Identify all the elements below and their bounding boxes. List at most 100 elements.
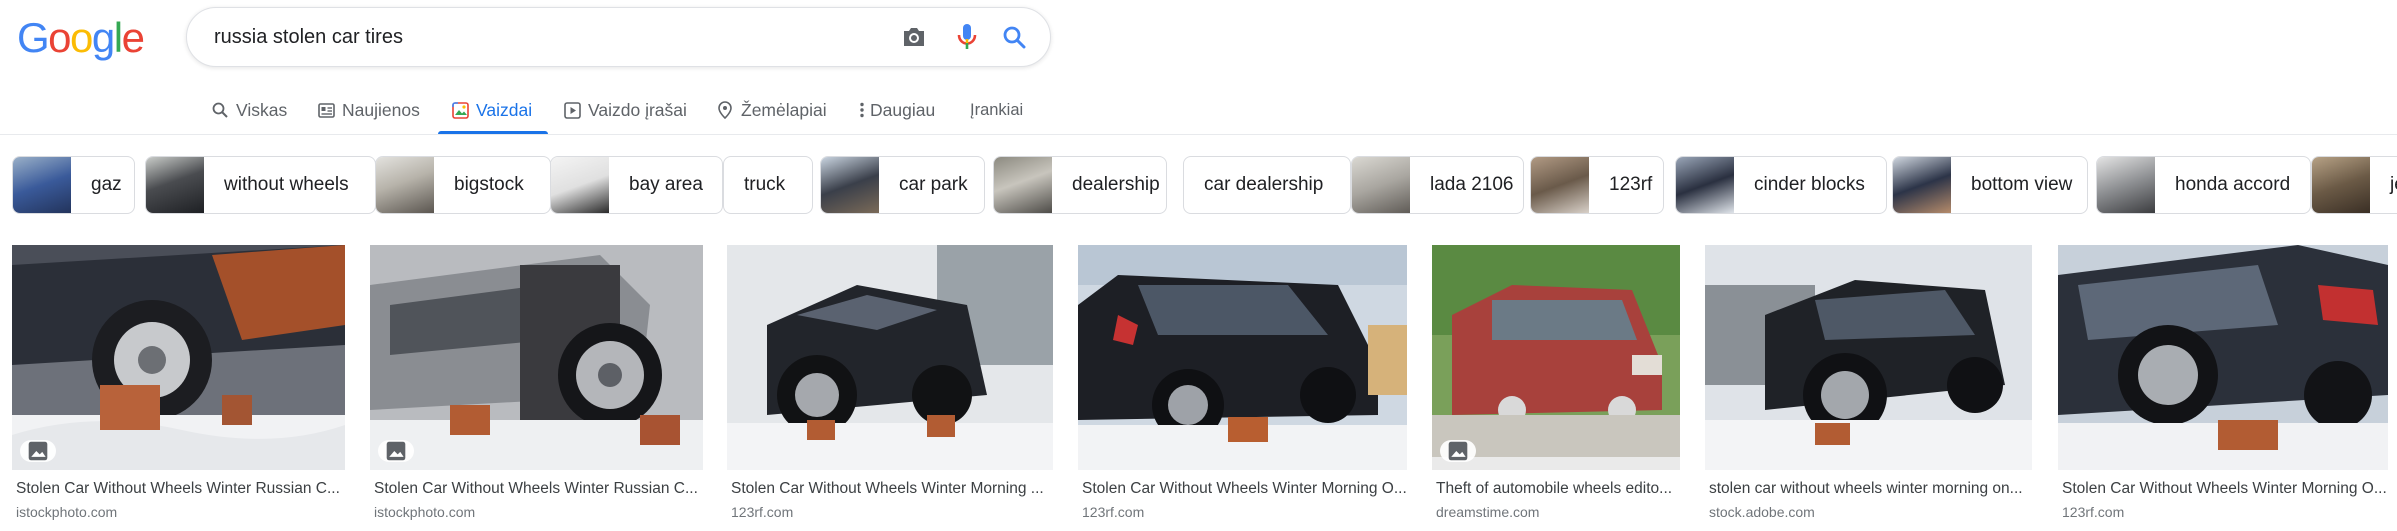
image-result[interactable]: stolen car without wheels winter morning… bbox=[1705, 245, 2032, 520]
map-pin-icon bbox=[716, 101, 734, 119]
result-thumbnail[interactable] bbox=[12, 245, 345, 470]
logo-letter: G bbox=[17, 14, 50, 61]
image-result[interactable]: Stolen Car Without Wheels Winter Russian… bbox=[12, 245, 345, 520]
chip-label: without wheels bbox=[224, 174, 349, 195]
result-source[interactable]: istockphoto.com bbox=[12, 504, 345, 520]
image-collection-badge-icon bbox=[20, 440, 56, 462]
chip-thumbnail bbox=[1676, 157, 1734, 213]
tab-news[interactable]: Naujienos bbox=[317, 86, 420, 134]
tab-tools[interactable]: Įrankiai bbox=[970, 86, 1023, 134]
chip-label: bigstock bbox=[454, 174, 524, 195]
chip-label: bottom view bbox=[1971, 174, 2073, 195]
tab-label: Vaizdai bbox=[476, 99, 533, 120]
image-icon bbox=[451, 101, 469, 119]
chip-truck[interactable]: truck bbox=[723, 156, 813, 214]
tab-label: Viskas bbox=[236, 99, 288, 120]
result-title[interactable]: Theft of automobile wheels edito... bbox=[1432, 480, 1680, 498]
chip-thumbnail bbox=[994, 157, 1052, 213]
chip-thumbnail bbox=[551, 157, 609, 213]
search-icon bbox=[211, 101, 229, 119]
chip-label: cinder blocks bbox=[1754, 174, 1865, 195]
tab-more[interactable]: Daugiau bbox=[859, 86, 935, 134]
chip-123rf[interactable]: 123rf bbox=[1530, 156, 1664, 214]
google-logo[interactable]: G o o g l e bbox=[17, 14, 145, 61]
result-thumbnail[interactable] bbox=[1432, 245, 1680, 470]
result-thumbnail[interactable] bbox=[727, 245, 1053, 470]
chip-lada-2106[interactable]: lada 2106 bbox=[1351, 156, 1524, 214]
result-title[interactable]: stolen car without wheels winter morning… bbox=[1705, 480, 2032, 498]
tab-label: Daugiau bbox=[870, 99, 936, 120]
chip-label: car dealership bbox=[1204, 174, 1324, 195]
image-result[interactable]: Stolen Car Without Wheels Winter Morning… bbox=[1078, 245, 1407, 520]
result-title[interactable]: Stolen Car Without Wheels Winter Russian… bbox=[370, 480, 703, 498]
tab-label: Vaizdo įrašai bbox=[588, 99, 687, 120]
chip-label: 123rf bbox=[1609, 174, 1653, 195]
chip-thumbnail bbox=[2312, 157, 2370, 213]
result-thumbnail[interactable] bbox=[2058, 245, 2388, 470]
search-icon[interactable] bbox=[998, 21, 1030, 53]
result-title[interactable]: Stolen Car Without Wheels Winter Morning… bbox=[1078, 480, 1407, 498]
chip-cinder-blocks[interactable]: cinder blocks bbox=[1675, 156, 1887, 214]
chip-bay-area[interactable]: bay area bbox=[550, 156, 723, 214]
chip-label: truck bbox=[744, 174, 786, 195]
result-thumbnail[interactable] bbox=[370, 245, 703, 470]
chip-label: bay area bbox=[629, 174, 703, 195]
image-result[interactable]: Stolen Car Without Wheels Winter Morning… bbox=[727, 245, 1053, 520]
chip-thumbnail bbox=[1352, 157, 1410, 213]
chip-thumbnail bbox=[821, 157, 879, 213]
logo-letter: g bbox=[91, 14, 115, 61]
image-result[interactable]: Theft of automobile wheels edito... drea… bbox=[1432, 245, 1680, 520]
search-input[interactable]: russia stolen car tires bbox=[214, 8, 403, 66]
related-searches-chips: gaz without wheels bigstock bay area tru… bbox=[12, 156, 2397, 214]
result-source[interactable]: 123rf.com bbox=[1078, 504, 1407, 520]
chip-label: dealership bbox=[1072, 174, 1160, 195]
tab-maps[interactable]: Žemėlapiai bbox=[716, 86, 827, 134]
chip-dealership[interactable]: dealership bbox=[993, 156, 1167, 214]
chip-bigstock[interactable]: bigstock bbox=[375, 156, 551, 214]
chip-je[interactable]: je bbox=[2311, 156, 2397, 214]
result-title[interactable]: Stolen Car Without Wheels Winter Russian… bbox=[12, 480, 345, 498]
tab-images[interactable]: Vaizdai bbox=[451, 86, 532, 134]
result-source[interactable]: stock.adobe.com bbox=[1705, 504, 2032, 520]
result-thumbnail[interactable] bbox=[1078, 245, 1407, 470]
chip-label: car park bbox=[899, 174, 968, 195]
chip-thumbnail bbox=[1531, 157, 1589, 213]
result-source[interactable]: 123rf.com bbox=[727, 504, 1053, 520]
chip-bottom-view[interactable]: bottom view bbox=[1892, 156, 2088, 214]
result-title[interactable]: Stolen Car Without Wheels Winter Morning… bbox=[727, 480, 1053, 498]
chip-label: gaz bbox=[91, 174, 122, 195]
chip-gaz[interactable]: gaz bbox=[12, 156, 135, 214]
logo-letter: o bbox=[70, 14, 93, 61]
chip-without-wheels[interactable]: without wheels bbox=[145, 156, 376, 214]
logo-letter: e bbox=[121, 14, 145, 61]
chip-label: lada 2106 bbox=[1430, 174, 1514, 195]
tab-label: Įrankiai bbox=[970, 100, 1024, 119]
logo-letter: l bbox=[113, 14, 123, 61]
chip-thumbnail bbox=[13, 157, 71, 213]
image-collection-badge-icon bbox=[378, 440, 414, 462]
result-source[interactable]: istockphoto.com bbox=[370, 504, 703, 520]
microphone-icon[interactable] bbox=[951, 21, 983, 53]
chip-car-dealership[interactable]: car dealership bbox=[1183, 156, 1351, 214]
camera-icon[interactable] bbox=[898, 21, 930, 53]
chip-thumbnail bbox=[1893, 157, 1951, 213]
result-title[interactable]: Stolen Car Without Wheels Winter Morning… bbox=[2058, 480, 2388, 498]
more-vert-icon bbox=[859, 101, 865, 119]
chip-car-park[interactable]: car park bbox=[820, 156, 985, 214]
chip-honda-accord[interactable]: honda accord bbox=[2096, 156, 2311, 214]
chip-label: je bbox=[2390, 174, 2397, 195]
image-collection-badge-icon bbox=[1440, 440, 1476, 462]
search-tabs: Viskas Naujienos Vaizdai Vaizdo įrašai Ž… bbox=[0, 86, 2397, 134]
chip-thumbnail bbox=[2097, 157, 2155, 213]
tab-videos[interactable]: Vaizdo įrašai bbox=[563, 86, 687, 134]
search-box[interactable]: russia stolen car tires bbox=[186, 7, 1051, 67]
result-source[interactable]: 123rf.com bbox=[2058, 504, 2388, 520]
chip-label: honda accord bbox=[2175, 174, 2291, 195]
image-result[interactable]: Stolen Car Without Wheels Winter Morning… bbox=[2058, 245, 2388, 520]
result-source[interactable]: dreamstime.com bbox=[1432, 504, 1680, 520]
tab-all[interactable]: Viskas bbox=[211, 86, 287, 134]
image-result[interactable]: Stolen Car Without Wheels Winter Russian… bbox=[370, 245, 703, 520]
newspaper-icon bbox=[317, 101, 335, 119]
result-thumbnail[interactable] bbox=[1705, 245, 2032, 470]
chip-thumbnail bbox=[146, 157, 204, 213]
